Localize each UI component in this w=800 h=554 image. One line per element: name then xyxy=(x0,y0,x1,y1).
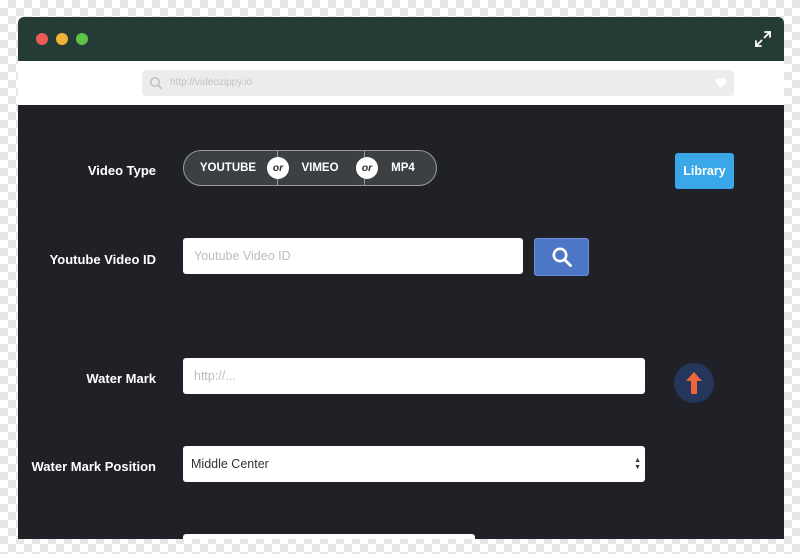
form-content: Video Type YOUTUBE or VIMEO or MP4 Libra… xyxy=(18,105,784,539)
youtube-id-label: Youtube Video ID xyxy=(49,252,156,267)
search-button[interactable] xyxy=(534,238,589,276)
browser-window: http://videozippy.io Video Type YOUTUBE … xyxy=(18,17,784,539)
watermark-input[interactable]: http://... xyxy=(183,358,645,394)
search-icon xyxy=(552,247,572,267)
upload-arrow-icon xyxy=(686,372,702,394)
select-arrows-icon: ▲ ▼ xyxy=(634,457,641,471)
upload-button[interactable] xyxy=(674,363,714,403)
next-field-input[interactable] xyxy=(183,534,475,539)
title-bar xyxy=(18,17,784,61)
minimize-window-button[interactable] xyxy=(56,33,68,45)
watermark-position-select[interactable]: Middle Center ▲ ▼ xyxy=(183,446,645,482)
watermark-position-value: Middle Center xyxy=(191,457,269,471)
video-type-youtube[interactable]: YOUTUBE xyxy=(184,151,272,185)
watermark-label: Water Mark xyxy=(86,371,156,386)
library-button[interactable]: Library xyxy=(675,153,734,189)
address-bar[interactable]: http://videozippy.io xyxy=(142,70,734,96)
video-type-toggle: YOUTUBE or VIMEO or MP4 xyxy=(183,150,437,186)
address-url: http://videozippy.io xyxy=(170,77,253,88)
video-type-label: Video Type xyxy=(87,163,156,178)
video-type-vimeo[interactable]: VIMEO xyxy=(278,151,362,185)
zoom-window-button[interactable] xyxy=(76,33,88,45)
address-bar-area: http://videozippy.io xyxy=(18,61,784,105)
watermark-position-label: Water Mark Position xyxy=(31,459,156,474)
close-window-button[interactable] xyxy=(36,33,48,45)
expand-icon[interactable] xyxy=(754,30,772,48)
video-type-mp4[interactable]: MP4 xyxy=(365,151,436,185)
youtube-id-input[interactable]: Youtube Video ID xyxy=(183,238,523,274)
heart-icon[interactable] xyxy=(715,77,727,89)
search-icon xyxy=(150,77,163,90)
